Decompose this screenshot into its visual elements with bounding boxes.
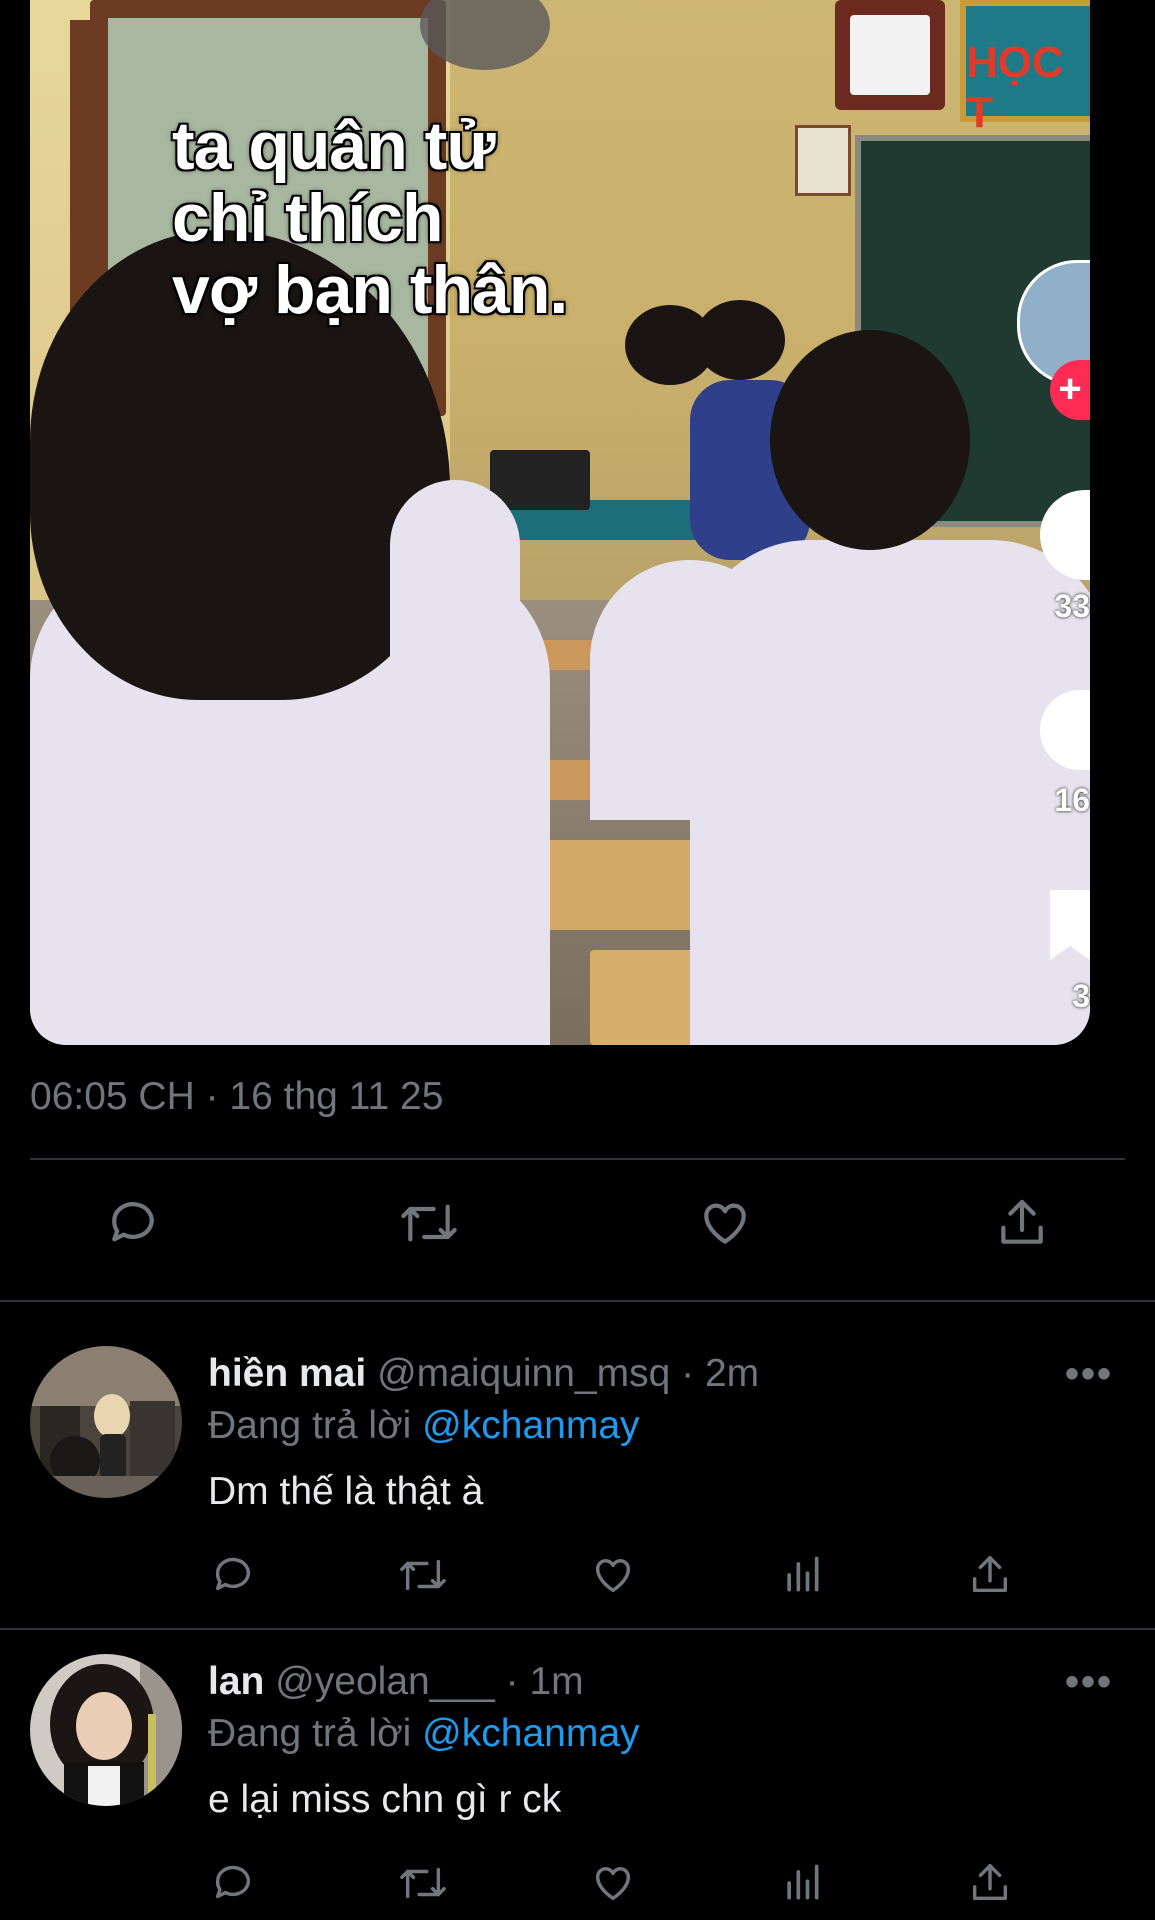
reply-icon[interactable] — [210, 1860, 256, 1906]
student-head — [770, 330, 970, 550]
divider — [30, 1158, 1125, 1160]
video-heart-icon[interactable] — [1040, 490, 1090, 580]
replying-to-label: Đang trả lời — [208, 1404, 412, 1447]
video-bookmark-icon[interactable] — [1050, 890, 1090, 960]
replying-to-label: Đang trả lời — [208, 1712, 412, 1755]
reply-item[interactable]: hiền mai @maiquinn_msq · 2m ••• Đang trả… — [0, 1300, 1155, 1628]
tweet-video[interactable]: HỌC T ta quân tử chỉ thích vợ bạn thân. … — [30, 0, 1090, 1045]
reply-action-bar — [0, 1860, 1155, 1910]
more-options-icon[interactable]: ••• — [1065, 1660, 1113, 1705]
views-icon[interactable] — [780, 1860, 824, 1906]
reply-action-bar — [0, 1552, 1155, 1602]
share-icon[interactable] — [967, 1860, 1013, 1906]
user-handle[interactable]: @maiquinn_msq — [377, 1352, 670, 1395]
reply-header: lan @yeolan___ · 1m — [208, 1660, 584, 1704]
mention-link[interactable]: @kchanmay — [422, 1712, 639, 1755]
reply-item[interactable]: lan @yeolan___ · 1m ••• Đang trả lời @kc… — [0, 1628, 1155, 1920]
caption-line: chỉ thích — [172, 180, 444, 256]
caption-line: ta quân tử — [172, 108, 496, 184]
video-like-count: 33 — [1054, 588, 1090, 624]
avatar[interactable] — [30, 1346, 182, 1498]
reply-text: Dm thế là thật à — [208, 1470, 484, 1513]
user-handle[interactable]: @yeolan___ — [275, 1660, 495, 1703]
mention-link[interactable]: @kchanmay — [422, 1404, 639, 1447]
share-icon[interactable] — [994, 1195, 1050, 1251]
replying-to: Đang trả lời @kchanmay — [208, 1712, 640, 1756]
student — [390, 480, 520, 680]
retweet-icon[interactable] — [398, 1195, 460, 1251]
tweet-action-bar — [0, 1195, 1155, 1265]
reply-text: e lại miss chn gì r ck — [208, 1778, 562, 1821]
display-name[interactable]: hiền mai — [208, 1352, 366, 1395]
like-icon[interactable] — [696, 1195, 754, 1251]
share-icon[interactable] — [967, 1552, 1013, 1598]
like-icon[interactable] — [589, 1552, 637, 1598]
retweet-icon[interactable] — [397, 1860, 449, 1906]
avatar[interactable] — [30, 1654, 182, 1806]
video-caption: ta quân tử chỉ thích vợ bạn thân. — [172, 108, 568, 328]
wall-picture — [795, 125, 851, 196]
reply-time[interactable]: · 1m — [506, 1660, 584, 1703]
laptop — [490, 450, 590, 510]
display-name[interactable]: lan — [208, 1660, 264, 1703]
video-comment-count: 16 — [1054, 782, 1090, 818]
caption-line: vợ bạn thân. — [172, 252, 568, 328]
retweet-icon[interactable] — [397, 1552, 449, 1598]
wall-clock — [835, 0, 945, 110]
video-bookmark-count: 3 — [1072, 978, 1090, 1014]
views-icon[interactable] — [780, 1552, 824, 1598]
video-comment-icon[interactable] — [1040, 690, 1090, 770]
tweet-timestamp[interactable]: 06:05 CH · 16 thg 11 25 — [30, 1075, 443, 1119]
reply-time[interactable]: · 2m — [681, 1352, 759, 1395]
reply-icon[interactable] — [210, 1552, 256, 1598]
reply-header: hiền mai @maiquinn_msq · 2m — [208, 1352, 759, 1396]
more-options-icon[interactable]: ••• — [1065, 1352, 1113, 1397]
video-side-controls: + 33 16 3 — [1010, 0, 1090, 1045]
reply-icon[interactable] — [105, 1195, 161, 1251]
like-icon[interactable] — [589, 1860, 637, 1906]
student-head — [695, 300, 785, 380]
replying-to: Đang trả lời @kchanmay — [208, 1404, 640, 1448]
